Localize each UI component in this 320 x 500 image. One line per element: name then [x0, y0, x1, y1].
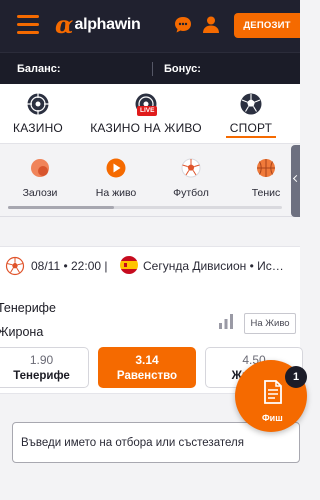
bets-icon	[31, 159, 49, 177]
league-name: Сегунда Дивисион • Ис…	[143, 259, 284, 273]
side-drawer-tab[interactable]	[291, 145, 300, 217]
sub-item-live[interactable]: На живо	[86, 157, 146, 199]
sub-label-football: Футбол	[173, 187, 209, 199]
odd-label: Равенство	[116, 370, 178, 382]
top-bar: α alphawin ДЕПОЗИТ	[0, 0, 300, 52]
sub-label-tennis: Тенис	[251, 187, 281, 199]
sub-nav-scroll-thumb[interactable]	[8, 206, 114, 209]
odd-value: 3.14	[135, 353, 159, 367]
alpha-logo-icon: α	[55, 10, 74, 39]
sub-label-bets: Залози	[22, 187, 58, 199]
nav-label-sport: СПОРТ	[226, 121, 276, 138]
basketball-icon	[257, 159, 275, 177]
match-date-time: 08/11 • 22:00 |	[31, 259, 108, 273]
betslip-icon	[264, 380, 282, 404]
balance-label: Баланс:	[17, 63, 61, 75]
logo[interactable]: α alphawin	[55, 12, 141, 38]
nav-label-casino: КАЗИНО	[13, 121, 63, 135]
user-icon[interactable]	[201, 14, 221, 34]
team-away: Жирона	[0, 325, 44, 339]
deposit-button[interactable]: ДЕПОЗИТ	[234, 13, 300, 38]
balance-bar: Баланс: Бонус:	[0, 52, 300, 84]
sub-label-live: На живо	[95, 187, 137, 199]
sub-item-football[interactable]: Футбол	[161, 157, 221, 199]
betslip-label: Фиш	[262, 413, 283, 423]
odd-home-button[interactable]: 1.90 Тенерифе	[0, 347, 89, 388]
betslip-count-badge: 1	[285, 366, 307, 388]
bonus-label: Бонус:	[164, 63, 201, 75]
football-icon	[5, 256, 25, 276]
odd-value: 1.90	[29, 353, 54, 367]
live-badge: LIVE	[137, 106, 158, 116]
team-home: Тенерифе	[0, 301, 56, 315]
football-icon	[181, 158, 201, 178]
play-icon	[106, 158, 126, 178]
nav-item-sport[interactable]: СПОРТ	[226, 92, 276, 142]
divider	[152, 62, 153, 76]
roulette-icon	[27, 93, 49, 115]
sport-ball-icon	[240, 93, 262, 115]
nav-item-casino[interactable]: КАЗИНО	[10, 92, 66, 142]
odd-draw-button[interactable]: 3.14 Равенство	[98, 347, 196, 388]
odd-label: Тенерифе	[13, 370, 70, 382]
search-input[interactable]	[21, 423, 291, 462]
main-nav: КАЗИНО LIVE КАЗИНО НА ЖИВО СПОРТ	[0, 84, 300, 144]
menu-icon[interactable]	[17, 15, 39, 35]
match-header: 08/11 • 22:00 | Сегунда Дивисион • Ис…	[0, 247, 300, 285]
stats-icon[interactable]	[218, 313, 234, 329]
sub-item-bets[interactable]: Залози	[10, 157, 70, 199]
nav-item-live-casino[interactable]: LIVE КАЗИНО НА ЖИВО	[90, 92, 202, 142]
live-button[interactable]: На Живо	[244, 313, 296, 334]
spain-flag-icon	[120, 256, 138, 274]
sub-item-tennis[interactable]: Тенис	[236, 157, 296, 199]
nav-label-live-casino: КАЗИНО НА ЖИВО	[90, 121, 202, 135]
chat-icon[interactable]	[173, 15, 193, 35]
logo-text: alphawin	[74, 16, 141, 33]
